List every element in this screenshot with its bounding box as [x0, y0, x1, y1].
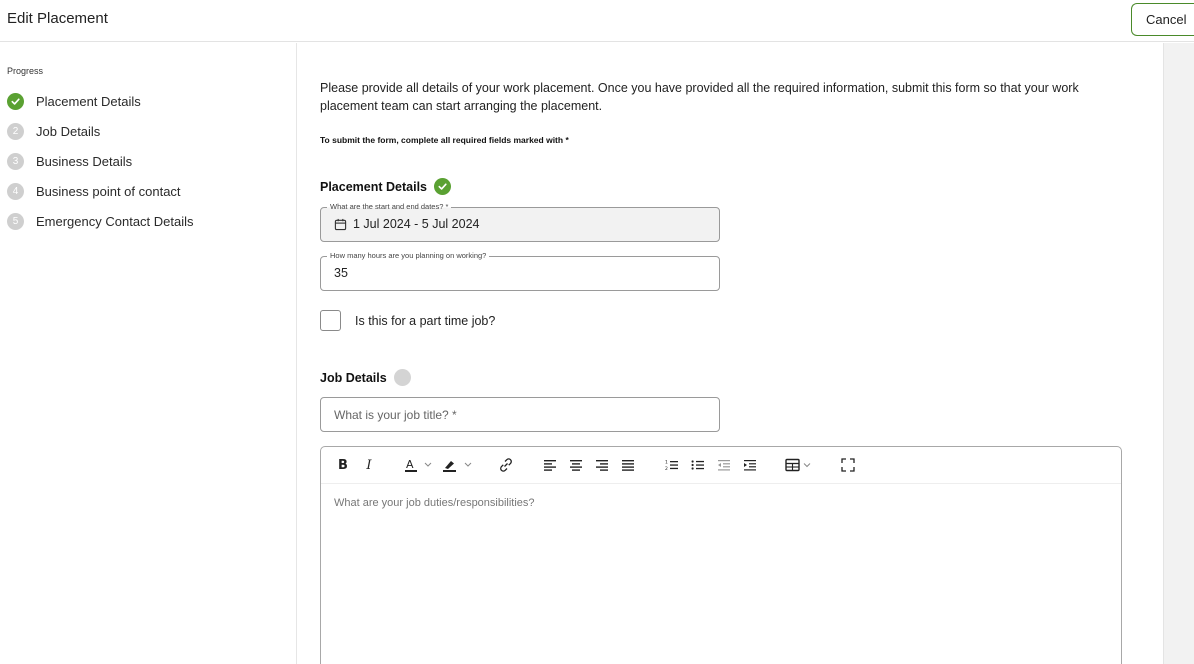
duties-rich-text-editor[interactable]: B I A 1 2 What are your job duties/respo…	[320, 446, 1122, 664]
bullet-list-icon[interactable]	[691, 457, 705, 473]
svg-text:A: A	[406, 458, 414, 471]
step-label: Job Details	[36, 123, 101, 139]
dates-value: 1 Jul 2024 - 5 Jul 2024	[353, 217, 480, 231]
cancel-button[interactable]: Cancel	[1131, 3, 1194, 36]
scrollbar[interactable]	[1163, 43, 1194, 664]
justify-icon[interactable]	[621, 457, 635, 473]
check-icon	[7, 92, 24, 110]
step-emergency-contact-details[interactable]: 5 Emergency Contact Details	[7, 211, 194, 231]
outdent-icon[interactable]	[717, 457, 731, 473]
step-label: Emergency Contact Details	[36, 213, 194, 229]
step-placement-details[interactable]: Placement Details	[7, 91, 141, 111]
calendar-icon	[334, 218, 347, 230]
intro-text: Please provide all details of your work …	[320, 81, 1079, 113]
link-icon[interactable]	[498, 457, 514, 473]
svg-text:1: 1	[665, 460, 668, 466]
duties-placeholder: What are your job duties/responsibilitie…	[334, 497, 535, 509]
job-title-placeholder: What is your job title? *	[334, 408, 457, 422]
text-color-icon[interactable]: A	[405, 457, 435, 473]
step-label: Business point of contact	[36, 183, 181, 199]
step-business-details[interactable]: 3 Business Details	[7, 151, 132, 171]
page-header: Edit Placement Cancel	[0, 0, 1194, 42]
align-center-icon[interactable]	[569, 457, 583, 473]
step-number: 4	[7, 182, 24, 200]
step-label: Placement Details	[36, 93, 141, 109]
hours-field-label: How many hours are you planning on worki…	[327, 251, 490, 261]
editor-toolbar: B I A 1 2	[321, 447, 1121, 484]
ordered-list-icon[interactable]: 12	[665, 457, 679, 473]
step-number: 3	[7, 152, 24, 170]
step-business-point-of-contact[interactable]: 4 Business point of contact	[7, 181, 181, 201]
bold-icon[interactable]: B	[337, 457, 349, 473]
step-job-details[interactable]: 2 Job Details	[7, 121, 100, 141]
svg-text:2: 2	[665, 466, 668, 471]
hours-value: 35	[334, 266, 348, 280]
required-note: To submit the form, complete all require…	[320, 135, 569, 145]
section-title-text: Placement Details	[320, 179, 427, 194]
placement-section-title: Placement Details	[320, 178, 451, 195]
italic-icon[interactable]: I	[363, 457, 375, 473]
job-section-title: Job Details	[320, 369, 411, 386]
step-number: 5	[7, 212, 24, 230]
progress-sidebar: Progress Placement Details 2 Job Details…	[0, 43, 297, 664]
step-number: 2	[7, 122, 24, 140]
align-left-icon[interactable]	[543, 457, 557, 473]
part-time-checkbox[interactable]	[320, 310, 341, 331]
page-title: Edit Placement	[7, 10, 108, 27]
dates-field[interactable]: What are the start and end dates? * 1 Ju…	[320, 202, 720, 242]
highlight-icon[interactable]	[443, 457, 475, 473]
form-main: Please provide all details of your work …	[320, 43, 1150, 664]
dates-field-label: What are the start and end dates? *	[327, 202, 452, 212]
check-icon	[434, 178, 451, 195]
step-label: Business Details	[36, 153, 133, 169]
table-icon[interactable]	[785, 457, 813, 473]
align-right-icon[interactable]	[595, 457, 609, 473]
progress-label: Progress	[7, 66, 44, 76]
fullscreen-icon[interactable]	[841, 457, 855, 473]
job-title-input[interactable]: What is your job title? *	[320, 397, 720, 432]
hours-field[interactable]: How many hours are you planning on worki…	[320, 251, 720, 291]
part-time-checkbox-row[interactable]: Is this for a part time job?	[320, 310, 495, 331]
indent-icon[interactable]	[743, 457, 757, 473]
section-title-text: Job Details	[320, 370, 387, 385]
part-time-label: Is this for a part time job?	[355, 313, 496, 328]
pending-status-icon	[393, 369, 411, 386]
